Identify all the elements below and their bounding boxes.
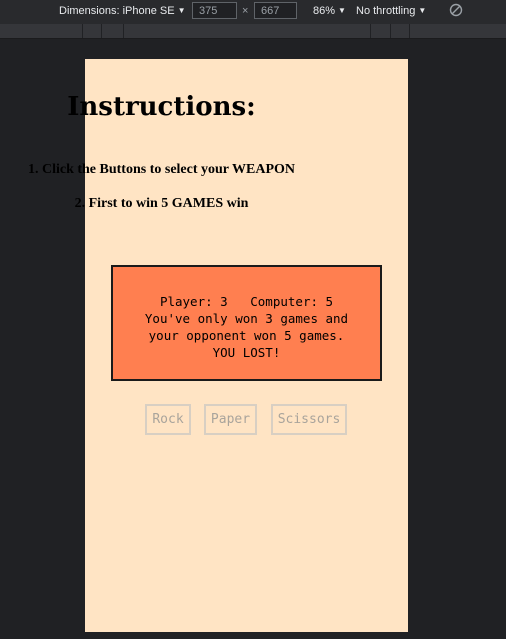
score-line: Player: 3 Computer: 5 <box>159 294 334 309</box>
instruction-step-2: 2. First to win 5 GAMES win <box>74 196 249 211</box>
devtools-device-toolbar: Dimensions: iPhone SE ▼ 375 × 667 86% ▼ No… <box>0 0 506 24</box>
rotate-icon <box>449 3 463 17</box>
throttling-select[interactable]: No throttling ▼ <box>356 0 426 24</box>
page-title: Instructions: <box>67 92 256 122</box>
chevron-down-icon: ▼ <box>177 6 186 15</box>
result-outcome: YOU LOST! <box>212 345 281 360</box>
result-message-line-1: You've only won 3 games and <box>144 311 349 326</box>
height-input[interactable]: 667 <box>254 2 297 19</box>
rock-button[interactable]: Rock <box>145 404 191 435</box>
times-sign: × <box>242 5 249 17</box>
chevron-down-icon: ▼ <box>418 6 427 15</box>
paper-button[interactable]: Paper <box>204 404 257 435</box>
zoom-label: 86% <box>313 5 336 17</box>
scissors-button[interactable]: Scissors <box>271 404 347 435</box>
device-select-label: Dimensions: iPhone SE <box>59 5 175 17</box>
media-query-ruler <box>0 24 506 39</box>
device-select[interactable]: Dimensions: iPhone SE ▼ <box>59 0 185 24</box>
result-message-line-2: your opponent won 5 games. <box>148 328 345 343</box>
instruction-step-1: 1. Click the Buttons to select your WEAP… <box>27 162 296 177</box>
chevron-down-icon: ▼ <box>338 6 346 15</box>
result-box: Player: 3 Computer: 5 You've only won 3 … <box>111 265 382 381</box>
width-input[interactable]: 375 <box>192 2 237 19</box>
zoom-select[interactable]: 86% ▼ <box>313 0 346 24</box>
throttling-label: No throttling <box>356 5 416 17</box>
